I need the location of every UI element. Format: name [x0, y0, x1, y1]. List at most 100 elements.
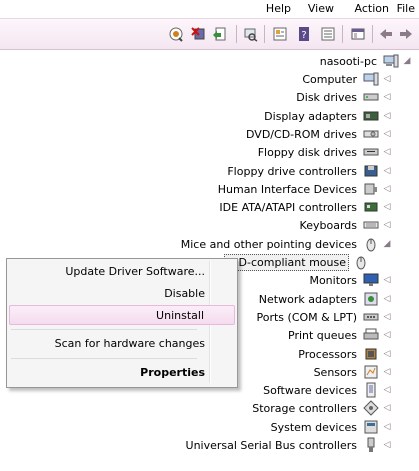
tree-category-label: IDE ATA/ATAPI controllers	[219, 200, 357, 214]
tree-category-label: DVD/CD-ROM drives	[246, 127, 357, 141]
menu-action[interactable]: Action	[355, 2, 389, 15]
tree-category-item[interactable]: System devices ◁	[269, 418, 395, 436]
menu-file[interactable]: File	[397, 2, 415, 15]
expand-arrow-icon[interactable]: ◁	[381, 108, 393, 124]
tree-category-item[interactable]: Processors ◁	[296, 345, 395, 363]
expand-arrow-icon[interactable]: ◁	[381, 199, 393, 215]
system-device-icon	[363, 419, 379, 435]
toolbar-separator	[236, 25, 237, 43]
processor-icon	[363, 346, 379, 362]
context-properties[interactable]: Properties	[9, 363, 235, 383]
back-arrow-icon[interactable]	[397, 25, 415, 43]
tree-category-item[interactable]: Software devices ◁	[261, 381, 395, 399]
expand-arrow-icon[interactable]: ◁	[381, 419, 393, 435]
display-adapter-icon	[363, 108, 379, 124]
expand-arrow-icon[interactable]: ◁	[381, 309, 393, 325]
tree-category-item[interactable]: Network adapters ◁	[257, 290, 395, 308]
scan-hardware-icon[interactable]	[241, 25, 259, 43]
tree-category-label: Monitors	[309, 273, 357, 287]
expand-arrow-icon[interactable]: ◁	[381, 346, 393, 362]
tree-category-item[interactable]: Mice and other pointing devices ◢	[179, 235, 395, 253]
tree-category-label: Processors	[298, 347, 357, 361]
tree-category-item[interactable]: Monitors ◁	[307, 271, 395, 289]
disable-icon[interactable]	[167, 25, 185, 43]
storage-controller-icon	[363, 400, 379, 416]
tree-category-label: Disk drives	[296, 90, 357, 104]
tree-category-label: Floppy disk drives	[257, 145, 357, 159]
expand-arrow-icon[interactable]: ◁	[381, 437, 393, 453]
tree-category-label: Sensors	[313, 365, 357, 379]
expand-arrow-icon[interactable]: ◁	[381, 291, 393, 307]
context-menu: Update Driver Software... Disable Uninst…	[6, 258, 238, 388]
properties-icon[interactable]	[271, 25, 289, 43]
tree-category-item[interactable]: Ports (COM & LPT) ◁	[255, 308, 396, 326]
menu-help[interactable]: Help	[266, 2, 291, 15]
collapse-arrow-icon[interactable]: ◢	[381, 236, 393, 252]
context-scan-hardware[interactable]: Scan for hardware changes	[9, 334, 235, 354]
floppy-drive-icon	[363, 144, 379, 160]
expand-arrow-icon[interactable]: ◁	[381, 144, 393, 160]
toolbar: ?	[0, 18, 419, 50]
expand-arrow-icon[interactable]: ◁	[381, 364, 393, 380]
tree-device-item[interactable]: HID-compliant mouse	[224, 253, 369, 271]
expand-arrow-icon[interactable]: ◁	[381, 217, 393, 233]
help-icon[interactable]: ?	[295, 25, 313, 43]
tree-category-item[interactable]: IDE ATA/ATAPI controllers ◁	[217, 198, 395, 216]
tree-category-label: Storage controllers	[252, 401, 357, 415]
expand-arrow-icon[interactable]: ◁	[381, 272, 393, 288]
tree-root[interactable]: nasooti-pc ◢	[318, 52, 415, 70]
computer-icon	[383, 53, 399, 69]
forward-arrow-icon[interactable]	[377, 25, 395, 43]
uninstall-icon[interactable]	[189, 25, 207, 43]
toolbar-separator	[264, 25, 265, 43]
expand-arrow-icon[interactable]: ◁	[381, 163, 393, 179]
tree-category-item[interactable]: Storage controllers ◁	[250, 399, 395, 417]
tree-category-item[interactable]: Floppy disk drives ◁	[256, 143, 395, 161]
expand-arrow-icon[interactable]: ◁	[381, 400, 393, 416]
tree-category-label: Human Interface Devices	[217, 182, 357, 196]
tree-category-label: Mice and other pointing devices	[180, 237, 357, 251]
expand-arrow-icon[interactable]: ◁	[381, 71, 393, 87]
tree-category-label: Universal Serial Bus controllers	[185, 438, 357, 452]
update-driver-icon[interactable]	[211, 25, 229, 43]
tree-category-label: Display adapters	[264, 109, 357, 123]
software-device-icon	[363, 382, 379, 398]
expand-arrow-icon[interactable]: ◁	[381, 89, 393, 105]
tree-category-item[interactable]: Display adapters ◁	[262, 107, 395, 125]
menu-view[interactable]: View	[308, 2, 334, 15]
tree-root-label: nasooti-pc	[319, 54, 377, 68]
collapse-arrow-icon[interactable]: ◢	[401, 53, 413, 69]
sensor-icon	[363, 364, 379, 380]
tree-category-label: System devices	[270, 420, 357, 434]
monitor-icon	[363, 272, 379, 288]
tree-category-item[interactable]: Print queues ◁	[286, 326, 395, 344]
expand-arrow-icon[interactable]: ◁	[381, 126, 393, 142]
context-uninstall[interactable]: Uninstall	[9, 305, 235, 325]
tree-category-label: Keyboards	[299, 218, 357, 232]
tree-category-item[interactable]: Human Interface Devices ◁	[216, 180, 395, 198]
ide-controller-icon	[363, 199, 379, 215]
tree-category-label: Network adapters	[258, 292, 357, 306]
tree-category-item[interactable]: DVD/CD-ROM drives ◁	[244, 125, 395, 143]
expand-arrow-icon[interactable]: ◁	[381, 327, 393, 343]
tree-category-item[interactable]: Universal Serial Bus controllers ◁	[184, 436, 395, 454]
context-separator	[11, 358, 197, 359]
tree-category-item[interactable]: Sensors ◁	[312, 363, 395, 381]
context-disable[interactable]: Disable	[9, 284, 235, 304]
tree-category-item[interactable]: Floppy drive controllers ◁	[225, 162, 395, 180]
expand-arrow-icon[interactable]: ◁	[381, 181, 393, 197]
keyboard-icon	[363, 217, 379, 233]
show-hide-tree-icon[interactable]	[319, 25, 337, 43]
expand-arrow-icon[interactable]: ◁	[381, 382, 393, 398]
tree-category-item[interactable]: Computer ◁	[300, 70, 395, 88]
up-folder-icon[interactable]	[349, 25, 367, 43]
hid-icon	[363, 181, 379, 197]
menu-bar: File Action View Help	[0, 0, 419, 18]
mouse-icon	[353, 254, 369, 270]
context-update-driver[interactable]: Update Driver Software...	[9, 262, 235, 282]
floppy-controller-icon	[363, 163, 379, 179]
tree-category-label: Computer	[302, 72, 357, 86]
port-icon	[363, 309, 379, 325]
tree-category-item[interactable]: Keyboards ◁	[298, 216, 395, 234]
tree-category-item[interactable]: Disk drives ◁	[294, 88, 395, 106]
